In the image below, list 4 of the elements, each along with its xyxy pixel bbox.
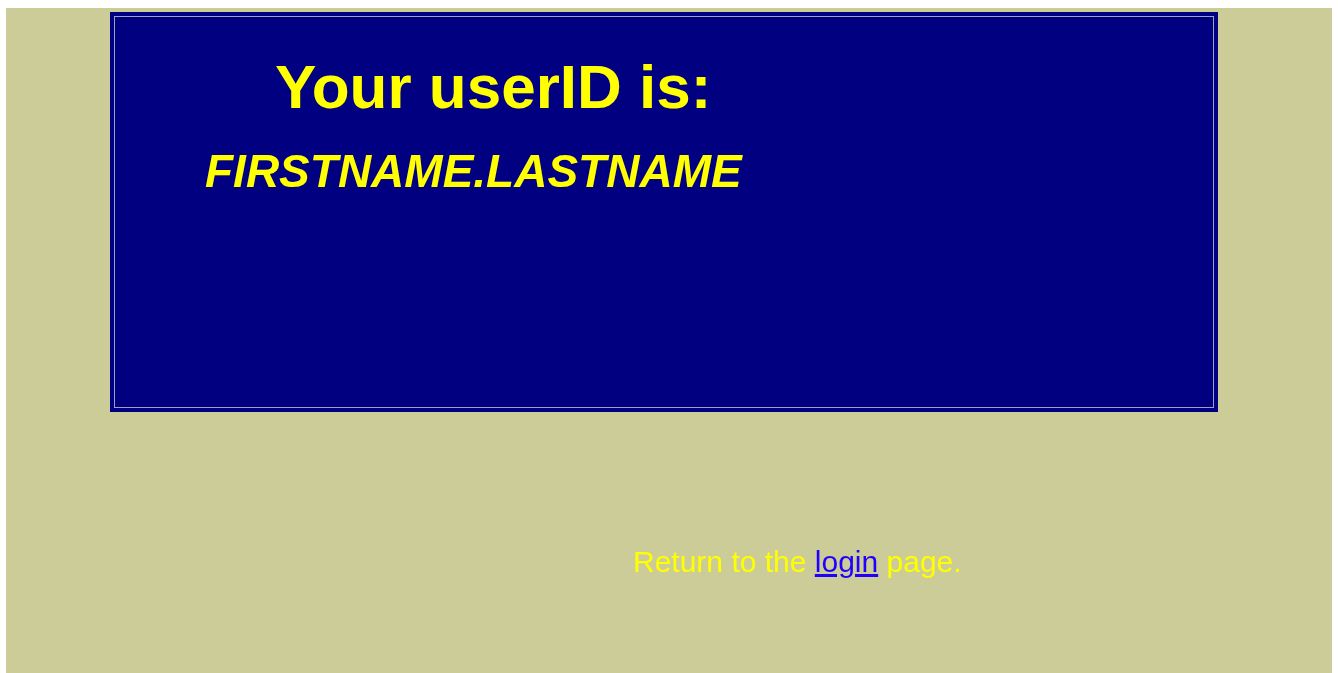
- return-note: Return to the login page.: [633, 544, 962, 580]
- user-id: FIRSTNAME.LASTNAME: [205, 144, 742, 200]
- panel-heading: Your userID is:: [275, 51, 712, 123]
- login-link[interactable]: login: [814, 545, 879, 578]
